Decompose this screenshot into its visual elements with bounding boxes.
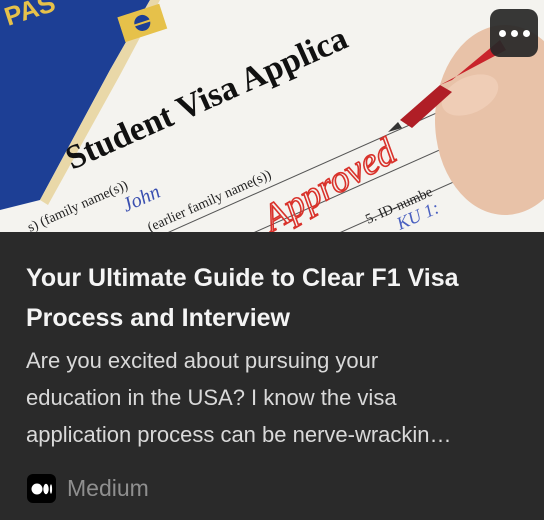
title-line: Process and Interview [26, 304, 291, 332]
article-source[interactable]: Medium [27, 474, 149, 503]
medium-logo-icon [27, 474, 56, 503]
article-description: Are you excited about pursuing your educ… [26, 342, 526, 453]
description-line: Are you excited about pursuing your [26, 348, 379, 373]
description-line: education in the USA? I know the visa [26, 385, 397, 410]
visa-application-illustration: PAS Student Visa Applica s) (family name… [0, 0, 544, 232]
more-options-button[interactable] [490, 9, 538, 57]
description-line: application process can be nerve-wrackin… [26, 422, 452, 447]
title-line: Your Ultimate Guide to Clear F1 Visa [26, 264, 459, 292]
article-card[interactable]: PAS Student Visa Applica s) (family name… [0, 0, 544, 520]
article-hero-image[interactable]: PAS Student Visa Applica s) (family name… [0, 0, 544, 232]
more-horizontal-icon [498, 29, 530, 37]
source-name: Medium [67, 475, 149, 501]
article-title[interactable]: Your Ultimate Guide to Clear F1 Visa Pro… [26, 258, 526, 338]
